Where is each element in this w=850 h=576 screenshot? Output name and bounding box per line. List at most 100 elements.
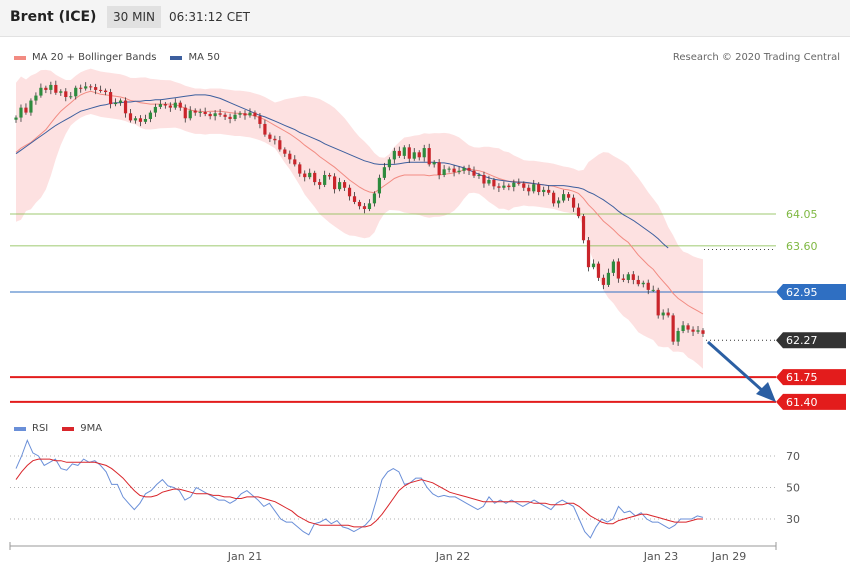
candle: [248, 112, 252, 116]
candle: [631, 274, 635, 280]
candle: [427, 148, 431, 165]
candle: [173, 102, 177, 108]
price-panel: 64.05 63.60 62.95 62.27 61.75 61.40: [10, 68, 846, 410]
candle: [651, 289, 655, 291]
candle: [641, 282, 645, 285]
candle: [342, 182, 347, 188]
candle: [138, 118, 143, 122]
candle: [303, 173, 307, 178]
candle: [168, 105, 172, 108]
candle: [507, 185, 511, 188]
candle: [457, 170, 461, 173]
x-tick-label: Jan 22: [435, 550, 470, 563]
candle: [562, 194, 566, 201]
candle: [293, 159, 297, 165]
candle: [417, 152, 421, 158]
candle: [347, 187, 352, 197]
candle: [372, 193, 377, 204]
candle: [477, 175, 481, 176]
candle: [606, 272, 611, 285]
candle: [616, 261, 620, 279]
candle: [268, 134, 272, 139]
candle: [522, 183, 526, 188]
candle: [472, 170, 476, 176]
candle: [288, 153, 292, 160]
x-tick-label: Jan 29: [711, 550, 746, 563]
candle: [357, 201, 362, 207]
rsi-tick-label: 50: [786, 482, 800, 495]
candle: [99, 89, 103, 91]
candle: [108, 92, 113, 105]
candle: [228, 116, 232, 119]
price-chart[interactable]: 64.05 63.60 62.95 62.27 61.75 61.40 70 50 30 Ja…: [0, 0, 850, 576]
candle: [79, 87, 83, 89]
candle: [69, 96, 73, 98]
candle: [432, 162, 436, 165]
rsi-line: [15, 438, 704, 539]
candle: [422, 148, 426, 158]
candle: [24, 107, 28, 113]
candle: [547, 189, 551, 193]
candle: [313, 172, 317, 183]
candle: [701, 330, 705, 334]
candle: [482, 175, 486, 184]
candle: [278, 140, 282, 150]
candle: [542, 189, 546, 193]
candle: [402, 147, 406, 156]
candle: [447, 168, 451, 170]
candle: [298, 164, 302, 174]
candle: [557, 200, 561, 204]
candle: [442, 169, 446, 175]
candle: [183, 107, 187, 119]
level-label: 63.60: [786, 240, 818, 253]
candle: [367, 203, 372, 210]
time-axis: Jan 21 Jan 22 Jan 23 Jan 29: [9, 542, 777, 563]
candle: [382, 167, 386, 178]
candle: [571, 197, 576, 208]
candle: [527, 187, 531, 192]
candle: [392, 150, 396, 160]
candle: [467, 167, 471, 171]
candle: [203, 111, 207, 115]
candle: [163, 104, 167, 106]
candle: [213, 113, 217, 117]
candle: [148, 112, 153, 119]
candle: [492, 179, 496, 187]
candle: [273, 138, 277, 141]
candle: [502, 185, 506, 188]
candle: [497, 186, 501, 188]
candle: [537, 184, 541, 193]
candle: [39, 87, 43, 96]
candle: [323, 175, 327, 185]
candle: [576, 207, 581, 217]
candle: [591, 263, 596, 268]
rsi-panel: 70 50 30: [10, 438, 800, 539]
candle: [487, 179, 491, 184]
bollinger-band: [16, 68, 703, 369]
candle: [566, 194, 571, 198]
candle: [333, 176, 337, 190]
rsi-tick-label: 30: [786, 513, 800, 526]
candle: [64, 91, 68, 97]
candle: [128, 113, 133, 121]
candle: [243, 113, 247, 116]
candle: [318, 182, 322, 185]
candle: [691, 329, 695, 332]
candle: [437, 162, 441, 175]
candle: [308, 172, 312, 178]
candle: [337, 182, 342, 190]
level-label: 61.75: [786, 371, 818, 384]
level-label: 62.27: [786, 334, 818, 347]
candle: [29, 100, 33, 113]
candle: [377, 177, 382, 194]
candle: [626, 274, 630, 280]
candle: [188, 110, 192, 119]
candle: [611, 261, 615, 273]
forecast-arrowhead: [756, 382, 776, 402]
candle: [153, 106, 157, 113]
candle: [238, 113, 242, 115]
candle: [552, 192, 556, 204]
candle: [328, 175, 332, 177]
candle: [34, 95, 38, 101]
candle: [84, 86, 88, 89]
